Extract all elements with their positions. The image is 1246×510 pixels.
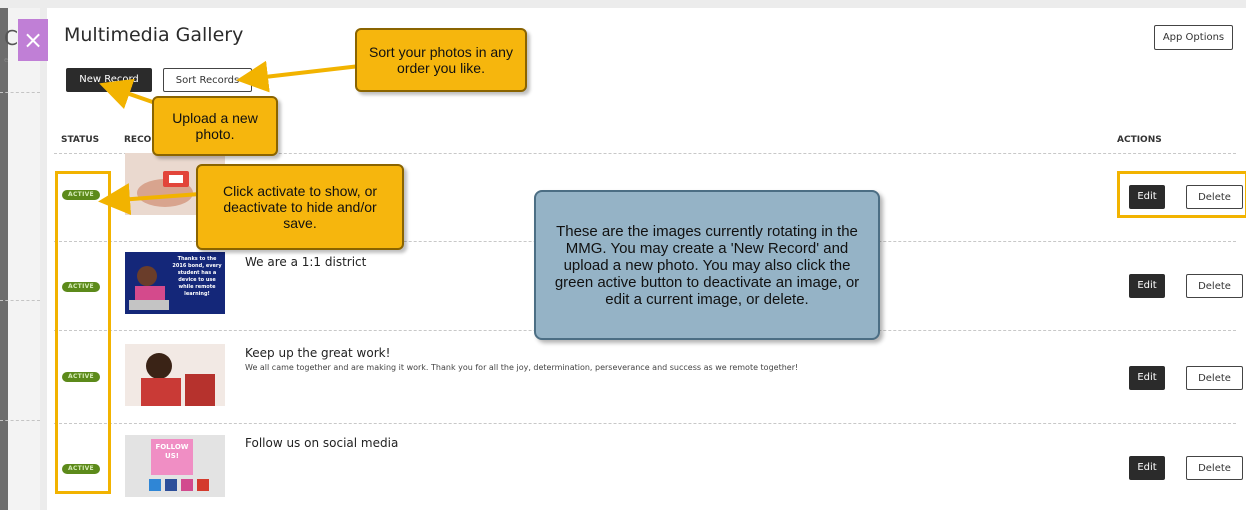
info-callout: These are the images currently rotating … [534,190,880,340]
callout-upload: Upload a new photo. [152,96,278,156]
arrow-to-sort [236,60,361,93]
callout-activate: Click activate to show, or deactivate to… [196,164,404,250]
callout-sort: Sort your photos in any order you like. [355,28,527,92]
arrow-to-status [98,183,201,216]
